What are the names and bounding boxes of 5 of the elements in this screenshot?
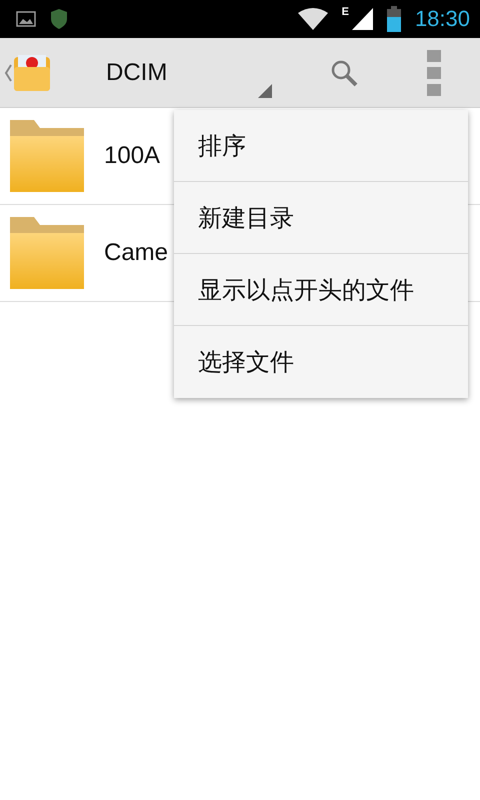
folder-name: Came xyxy=(104,239,168,267)
network-type: E xyxy=(342,6,349,18)
folder-title: DCIM xyxy=(106,58,168,86)
folder-name: 100A xyxy=(104,142,160,170)
clock-time: 18:30 xyxy=(414,6,470,32)
